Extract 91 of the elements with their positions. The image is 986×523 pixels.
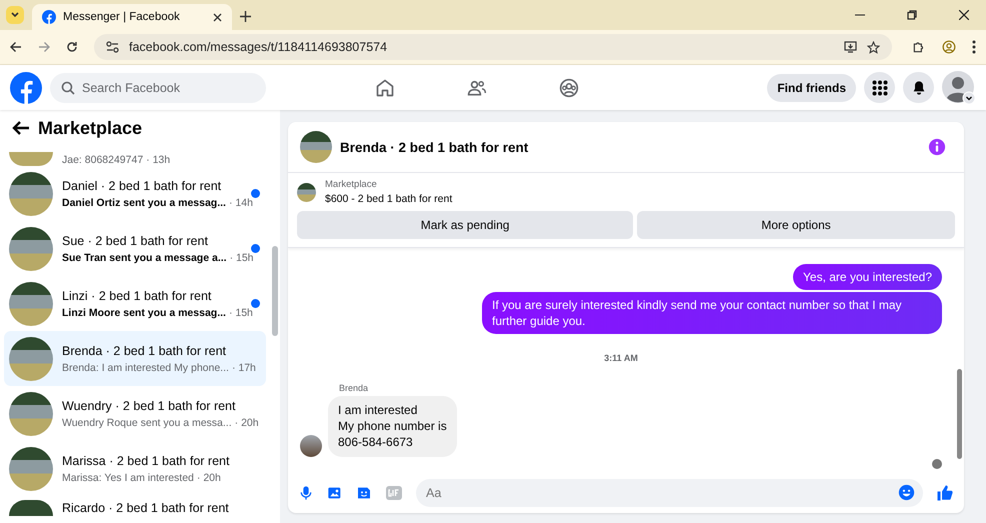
- close-icon[interactable]: [959, 10, 969, 20]
- house-photo-placeholder: [9, 172, 53, 216]
- back-arrow-icon[interactable]: [12, 120, 30, 136]
- conversation-item[interactable]: Jae: 8068249747 · 13h: [4, 146, 266, 166]
- message-time: · 17h: [232, 362, 256, 374]
- message-time: · 15h: [228, 306, 253, 318]
- message-time: · 20h: [234, 416, 259, 428]
- new-tab-icon[interactable]: [240, 11, 251, 22]
- extensions-icon[interactable]: [912, 40, 926, 54]
- tab-list-button[interactable]: [6, 6, 24, 24]
- message-preview: Sue Tran sent you a message a...: [62, 252, 227, 264]
- conversation-item[interactable]: Ricardo · 2 bed 1 bath for rent: [4, 496, 266, 518]
- listing-action-button[interactable]: Mark as pending: [297, 211, 634, 239]
- message-preview: Daniel Ortiz sent you a messag...: [62, 196, 226, 208]
- house-photo-placeholder: [297, 182, 316, 202]
- facebook-logo-icon: [42, 10, 56, 24]
- account-avatar-icon[interactable]: [942, 70, 976, 104]
- tab-title: Messenger | Facebook: [63, 11, 181, 23]
- conversation-item[interactable]: Daniel · 2 bed 1 bath for rent Daniel Ortiz sent you a messag... · 14h: [4, 166, 266, 221]
- site-settings-icon[interactable]: [106, 41, 119, 53]
- message-time: · 14h: [228, 196, 253, 208]
- message-preview: Brenda: I am interested My phone...: [62, 362, 229, 374]
- conversation-item[interactable]: Linzi · 2 bed 1 bath for rent Linzi Moore sent you a messag... · 15h: [4, 276, 266, 331]
- conversation-title: Wuendry · 2 bed 1 bath for rent: [62, 398, 236, 412]
- sent-message: If you are surely interested kindly send me your contact number so that I may further guide you.: [482, 292, 942, 334]
- conversation-title: Marissa · 2 bed 1 bath for rent: [62, 454, 230, 468]
- sidebar-title: Marketplace: [38, 118, 142, 138]
- conversation-item[interactable]: Brenda · 2 bed 1 bath for rent Brenda: I am interested My phone... · 17h: [4, 331, 266, 386]
- search-icon: [61, 80, 75, 94]
- house-photo-placeholder: [300, 131, 332, 163]
- restore-icon[interactable]: [907, 10, 917, 20]
- bookmark-star-icon[interactable]: [867, 40, 880, 54]
- close-icon[interactable]: [213, 12, 222, 22]
- conversation-title: Brenda · 2 bed 1 bath for rent: [62, 344, 227, 358]
- message-preview: Marissa: Yes I am interested: [62, 472, 194, 484]
- back-icon[interactable]: [10, 41, 22, 53]
- search-field[interactable]: Search Facebook: [50, 72, 266, 102]
- message-preview: Wuendry Roque sent you a messa...: [62, 416, 232, 428]
- house-photo-placeholder: [9, 500, 53, 516]
- bell-icon: [910, 80, 926, 96]
- listing-source: Marketplace: [325, 179, 378, 190]
- sender-name: Brenda: [339, 383, 370, 393]
- home-icon[interactable]: [374, 78, 395, 98]
- groups-icon[interactable]: [558, 78, 579, 98]
- install-app-icon[interactable]: [844, 41, 857, 53]
- message-input-field[interactable]: Aa: [416, 479, 923, 507]
- house-photo-placeholder: [9, 282, 53, 326]
- chat-title: Brenda · 2 bed 1 bath for rent: [340, 140, 528, 154]
- timestamp: 3:11 AM: [604, 353, 638, 363]
- grid-icon: [872, 80, 888, 96]
- message-preview: Linzi Moore sent you a messag...: [62, 306, 226, 318]
- house-photo-placeholder: [9, 392, 53, 436]
- reload-icon[interactable]: [66, 41, 78, 53]
- url-text: facebook.com/messages/t/1184114693807574: [129, 40, 388, 54]
- menu-grid-button[interactable]: [864, 72, 895, 103]
- address-bar[interactable]: facebook.com/messages/t/1184114693807574: [94, 34, 892, 60]
- sticker-icon[interactable]: [356, 485, 372, 501]
- thumbs-up-icon[interactable]: [936, 484, 954, 502]
- notifications-button[interactable]: [903, 72, 934, 103]
- sender-avatar-placeholder: [300, 435, 322, 457]
- conversation-item[interactable]: Wuendry · 2 bed 1 bath for rent Wuendry Roque sent you a messa... · 20h: [4, 386, 266, 441]
- listing-action-button[interactable]: More options: [637, 211, 955, 239]
- seen-avatar-placeholder: [932, 459, 942, 469]
- message-time: · 15h: [230, 252, 254, 264]
- chevron-down-icon: [10, 10, 20, 20]
- browser-tab[interactable]: Messenger | Facebook: [32, 4, 232, 30]
- house-photo-placeholder: [9, 446, 53, 490]
- conversation-title: Daniel · 2 bed 1 bath for rent: [62, 178, 222, 192]
- listing-title: $600 - 2 bed 1 bath for rent: [325, 193, 452, 205]
- house-photo-placeholder: [9, 336, 53, 380]
- conversation-item[interactable]: Sue · 2 bed 1 bath for rent Sue Tran sent you a message a... · 15h: [4, 221, 266, 276]
- received-message: I am interested My phone number is 806-584-6673: [328, 396, 457, 457]
- message-time: · 13h: [146, 154, 170, 166]
- conversation-title: Ricardo · 2 bed 1 bath for rent: [62, 501, 230, 515]
- info-icon[interactable]: [928, 138, 946, 156]
- conversation-item[interactable]: Marissa · 2 bed 1 bath for rent Marissa: Yes I am interested · 20h: [4, 441, 266, 496]
- profile-icon[interactable]: [942, 40, 956, 54]
- message-time: · 20h: [196, 472, 221, 484]
- find-friends-button[interactable]: Find friends: [767, 74, 856, 102]
- house-photo-placeholder: [9, 152, 53, 166]
- forward-icon[interactable]: [38, 41, 50, 53]
- sent-message: Yes, are you interested?: [793, 264, 942, 290]
- conversation-title: Sue · 2 bed 1 bath for rent: [62, 234, 209, 248]
- emoji-icon[interactable]: [898, 484, 915, 501]
- conversation-title: Linzi · 2 bed 1 bath for rent: [62, 288, 212, 302]
- message-preview: Jae: 8068249747: [62, 154, 144, 166]
- facebook-logo-icon[interactable]: [10, 72, 42, 104]
- photo-icon[interactable]: [327, 485, 343, 501]
- menu-icon[interactable]: [972, 40, 976, 54]
- microphone-icon[interactable]: [298, 485, 314, 501]
- house-photo-placeholder: [9, 226, 53, 270]
